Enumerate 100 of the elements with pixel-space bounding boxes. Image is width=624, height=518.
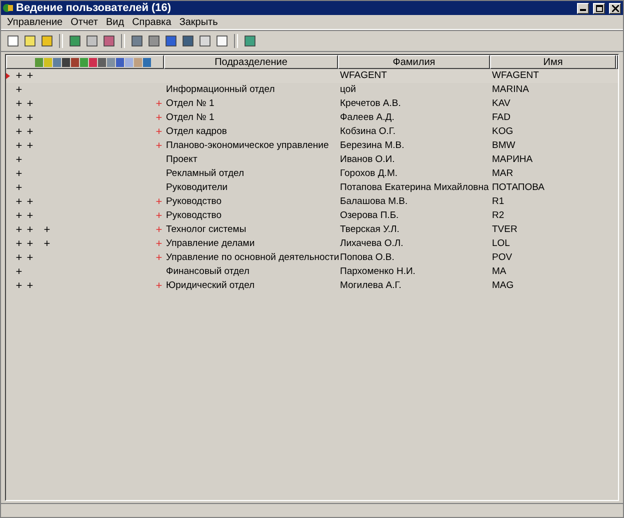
- table-cell-text: LOL: [491, 238, 511, 250]
- plus-mark: +: [42, 224, 52, 236]
- table-row[interactable]: + + + Отдел № 1 Фалеев А.Д. FAD: [6, 111, 618, 125]
- table-cell-text: Пархоменко Н.И.: [339, 266, 416, 278]
- table-cell-text: R1: [491, 196, 506, 208]
- maximize-button[interactable]: [593, 2, 605, 14]
- table-cell-text: Потапова Екатерина Михайловна: [339, 182, 490, 194]
- table-cell-text: Информационный отдел: [165, 84, 276, 96]
- menu-item[interactable]: Закрыть: [175, 16, 222, 28]
- menu-item[interactable]: Вид: [102, 16, 128, 28]
- plus-mark: +: [14, 224, 24, 236]
- plus-mark: +: [26, 112, 34, 124]
- plus-mark: +: [26, 210, 34, 222]
- column-header[interactable]: Фамилия: [338, 55, 490, 69]
- app-icon: [3, 3, 13, 13]
- close-icon: [612, 4, 618, 12]
- table-cell-text: KOG: [491, 126, 514, 138]
- table-cell-text: Кречетов А.В.: [339, 98, 402, 110]
- table-cell-text: Технолог системы: [165, 224, 248, 236]
- table-row[interactable]: + + + Отдел № 1 Кречетов А.В. KAV: [6, 97, 618, 111]
- table-row[interactable]: + + + Управление по основной деятельности Попова О.В. POV: [6, 251, 618, 265]
- plus-mark: +: [154, 126, 164, 138]
- table-cell-text: R2: [491, 210, 506, 222]
- table-cell-text: BMW: [491, 140, 516, 152]
- menu-item[interactable]: Отчет: [66, 16, 102, 28]
- table-row[interactable]: + Проект Иванов О.И. МАРИНА: [6, 153, 618, 167]
- table-cell-text: KAV: [491, 98, 512, 110]
- table-cell-text: POV: [491, 252, 514, 264]
- table-cell-text: Руководители: [165, 182, 229, 194]
- plus-mark: +: [14, 182, 24, 194]
- table-cell-text: MAR: [491, 168, 514, 180]
- plus-mark: +: [14, 126, 24, 138]
- table-row[interactable]: + Информационный отдел цой MARINA: [6, 83, 618, 97]
- table-row[interactable]: + + + + Управление делами Лихачева О.Л. LOL: [6, 237, 618, 251]
- table-cell-text: Балашова М.В.: [339, 196, 409, 208]
- table-row[interactable]: + Рекламный отдел Горохов Д.М. MAR: [6, 167, 618, 181]
- row-pointer-icon: [6, 73, 10, 79]
- table-cell-text: Планово-экономическое управление: [165, 140, 330, 152]
- plus-mark: +: [14, 252, 24, 264]
- plus-mark: +: [14, 84, 24, 96]
- table-cell-text: MA: [491, 266, 508, 278]
- plus-mark: +: [14, 154, 24, 166]
- plus-mark: +: [14, 112, 24, 124]
- plus-mark: +: [26, 238, 34, 250]
- table-cell-text: Отдел № 1: [165, 98, 216, 110]
- table-cell-text: цой: [339, 84, 357, 96]
- close-button[interactable]: [609, 2, 621, 14]
- table-row[interactable]: + + + + Технолог системы Тверская У.Л. TVER: [6, 223, 618, 237]
- plus-mark: +: [14, 168, 24, 180]
- column-header[interactable]: [6, 55, 164, 69]
- plus-mark: +: [14, 70, 24, 82]
- table-row[interactable]: + + + Руководство Озерова П.Б. R2: [6, 209, 618, 223]
- plus-mark: +: [26, 98, 34, 110]
- table-cell-text: Иванов О.И.: [339, 154, 396, 166]
- table-row[interactable]: + + WFAGENT WFAGENT: [6, 69, 618, 83]
- plus-mark: +: [14, 280, 24, 292]
- table-row[interactable]: + + + Руководство Балашова М.В. R1: [6, 195, 618, 209]
- plus-mark: +: [154, 280, 164, 292]
- table-cell-text: ПОТАПОВА: [491, 182, 546, 194]
- menu-item[interactable]: Справка: [128, 16, 176, 28]
- plus-mark: +: [14, 238, 24, 250]
- table-cell-text: Отдел № 1: [165, 112, 216, 124]
- table-row[interactable]: + Руководители Потапова Екатерина Михайловна ПОТАПОВА: [6, 181, 618, 195]
- plus-mark: +: [42, 238, 52, 250]
- table-cell-text: Березина М.В.: [339, 140, 406, 152]
- table-row[interactable]: + Финансовый отдел Пархоменко Н.И. MA: [6, 265, 618, 279]
- minimize-button[interactable]: [577, 2, 589, 14]
- table-cell-text: Кобзина О.Г.: [339, 126, 397, 138]
- table-cell-text: WFAGENT: [339, 70, 388, 82]
- table-cell-text: Руководство: [165, 196, 223, 208]
- table-cell-text: Могилева А.Г.: [339, 280, 402, 292]
- table-cell-text: Отдел кадров: [165, 126, 228, 138]
- plus-mark: +: [14, 266, 24, 278]
- plus-mark: +: [154, 98, 164, 110]
- maximize-icon: [596, 4, 602, 12]
- table-cell-text: Финансовый отдел: [165, 266, 250, 278]
- plus-mark: +: [26, 140, 34, 152]
- table-cell-text: Озерова П.Б.: [339, 210, 400, 222]
- plus-mark: +: [154, 224, 164, 236]
- table-row[interactable]: + + + Планово-экономическое управление Березина М.В. BMW: [6, 139, 618, 153]
- table-cell-text: Управление по основной деятельности: [165, 252, 338, 264]
- plus-mark: +: [14, 196, 24, 208]
- plus-mark: +: [154, 252, 164, 264]
- table-cell-text: Лихачева О.Л.: [339, 238, 404, 250]
- plus-mark: +: [154, 238, 164, 250]
- menu-item[interactable]: Управление: [3, 16, 67, 28]
- table-row[interactable]: + + + Отдел кадров Кобзина О.Г. KOG: [6, 125, 618, 139]
- column-header[interactable]: Подразделение: [164, 55, 338, 69]
- plus-mark: +: [154, 112, 164, 124]
- table-cell-text: TVER: [491, 224, 518, 236]
- table-cell-text: Юридический отдел: [165, 280, 256, 292]
- table-cell-text: МАРИНА: [491, 154, 534, 166]
- plus-mark: +: [154, 140, 164, 152]
- table-row[interactable]: + + + Юридический отдел Могилева А.Г. MAG: [6, 279, 618, 293]
- plus-mark: +: [14, 210, 24, 222]
- column-header[interactable]: Имя: [490, 55, 616, 69]
- plus-mark: +: [154, 196, 164, 208]
- table-cell-text: MAG: [491, 280, 515, 292]
- table-cell-text: Фалеев А.Д.: [339, 112, 396, 124]
- table-cell-text: WFAGENT: [491, 70, 540, 82]
